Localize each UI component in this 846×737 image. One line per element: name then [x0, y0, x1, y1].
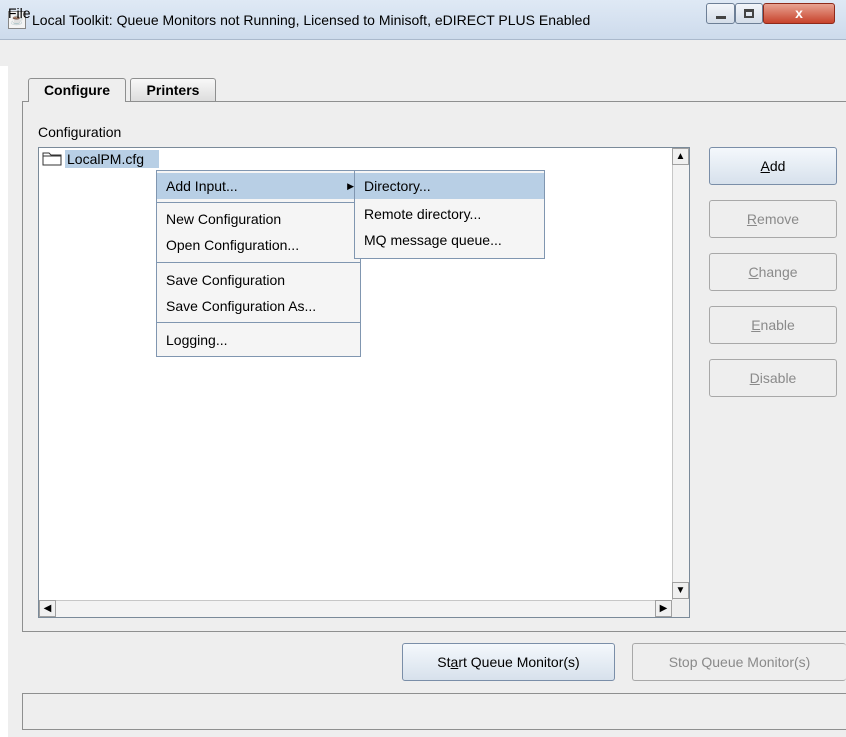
tree-item-localpm[interactable]: LocalPM.cfg [65, 150, 159, 168]
menu-item-label: Add Input... [166, 178, 238, 194]
scroll-up-icon[interactable]: ▲ [672, 148, 689, 165]
disable-label-rest: isable [759, 370, 797, 386]
menu-item-save-configuration[interactable]: Save Configuration [157, 267, 360, 293]
status-bar [22, 693, 846, 730]
add-mnemonic: A [760, 158, 770, 174]
add-input-submenu: Directory... Remote directory... MQ mess… [354, 170, 545, 259]
menu-item-save-configuration-as[interactable]: Save Configuration As... [157, 293, 360, 319]
start-label-prefix: St [437, 654, 451, 670]
submenu-arrow-icon: ▶ [347, 181, 354, 191]
window-title: Local Toolkit: Queue Monitors not Runnin… [32, 12, 591, 28]
menu-file[interactable]: File [8, 5, 31, 21]
context-menu: Add Input... ▶ New Configuration Open Co… [156, 170, 361, 357]
menu-separator [157, 202, 360, 203]
add-label-rest: dd [769, 158, 786, 174]
change-button[interactable]: Change [709, 253, 837, 291]
close-button[interactable]: x [763, 3, 835, 24]
close-icon: x [795, 5, 803, 21]
minimize-button[interactable] [706, 3, 735, 24]
disable-mnemonic: D [749, 370, 760, 386]
submenu-item-mq-message-queue[interactable]: MQ message queue... [355, 227, 544, 253]
menu-separator [157, 322, 360, 323]
enable-button[interactable]: Enable [709, 306, 837, 344]
remove-mnemonic: R [746, 211, 758, 227]
menu-bar [0, 40, 846, 66]
menu-item-logging[interactable]: Logging... [157, 327, 360, 353]
enable-mnemonic: E [751, 317, 761, 333]
add-button[interactable]: Add [709, 147, 837, 185]
start-label-rest: rt Queue Monitor(s) [458, 654, 580, 670]
remove-label-rest: emove [757, 211, 800, 227]
configuration-label: Configuration [38, 124, 122, 140]
vertical-scrollbar[interactable] [672, 148, 689, 600]
submenu-item-remote-directory[interactable]: Remote directory... [355, 201, 544, 227]
menu-separator [157, 262, 360, 263]
minimize-icon [716, 16, 726, 19]
menu-item-open-configuration[interactable]: Open Configuration... [157, 232, 360, 258]
scroll-corner [672, 600, 689, 617]
scroll-down-icon[interactable]: ▼ [672, 582, 689, 599]
folder-icon [42, 152, 62, 166]
horizontal-scrollbar[interactable] [39, 600, 672, 617]
maximize-icon [744, 9, 754, 18]
remove-button[interactable]: Remove [709, 200, 837, 238]
tab-printers[interactable]: Printers [130, 78, 216, 101]
submenu-item-directory[interactable]: Directory... [355, 173, 544, 199]
scroll-left-icon[interactable]: ◀ [39, 600, 56, 617]
change-label-rest: hange [758, 264, 798, 280]
start-queue-monitor-button[interactable]: Start Queue Monitor(s) [402, 643, 615, 681]
stop-queue-monitor-button[interactable]: Stop Queue Monitor(s) [632, 643, 846, 681]
change-mnemonic: C [748, 264, 759, 280]
tab-configure[interactable]: Configure [28, 78, 126, 102]
window-controls: x [706, 3, 836, 26]
maximize-button[interactable] [735, 3, 763, 24]
scroll-right-icon[interactable]: ▶ [655, 600, 672, 617]
disable-button[interactable]: Disable [709, 359, 837, 397]
menu-item-add-input[interactable]: Add Input... ▶ [157, 173, 360, 199]
enable-label-rest: nable [760, 317, 795, 333]
menu-item-new-configuration[interactable]: New Configuration [157, 206, 360, 232]
